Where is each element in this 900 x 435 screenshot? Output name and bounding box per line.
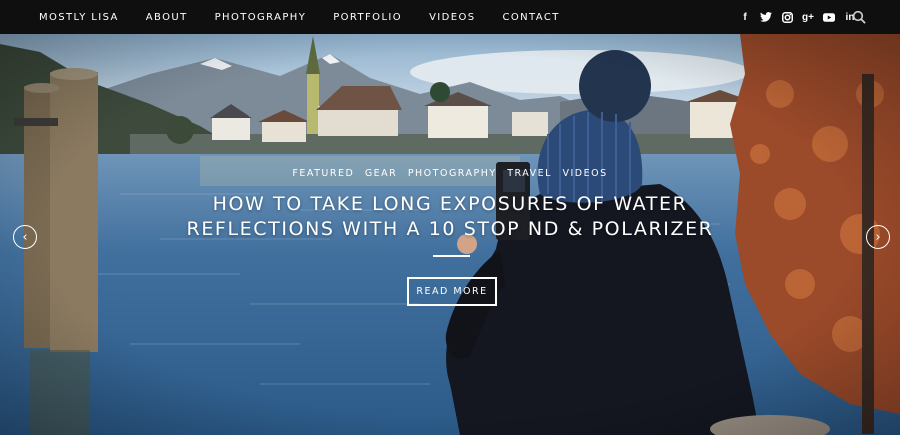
nav-home-link[interactable]: MOSTLY LISA	[39, 12, 119, 23]
category-link[interactable]: FEATURED	[292, 168, 354, 179]
chevron-right-icon: ›	[875, 229, 881, 245]
title-divider	[433, 255, 470, 257]
top-navigation: MOSTLY LISA ABOUT PHOTOGRAPHY PORTFOLIO …	[0, 0, 900, 34]
category-link[interactable]: VIDEOS	[562, 168, 607, 179]
previous-slide-button[interactable]: ‹	[13, 225, 37, 249]
search-icon[interactable]	[852, 10, 866, 24]
nav-photography-link[interactable]: PHOTOGRAPHY	[215, 12, 307, 23]
nav-videos-link[interactable]: VIDEOS	[429, 12, 475, 23]
youtube-icon[interactable]	[823, 11, 835, 23]
post-categories: FEATURED GEAR PHOTOGRAPHY TRAVEL VIDEOS	[0, 168, 900, 179]
hero-slider: FEATURED GEAR PHOTOGRAPHY TRAVEL VIDEOS …	[0, 34, 900, 435]
chevron-left-icon: ‹	[22, 229, 28, 245]
category-link[interactable]: PHOTOGRAPHY	[408, 168, 497, 179]
nav-about-link[interactable]: ABOUT	[146, 12, 188, 23]
category-link[interactable]: TRAVEL	[507, 168, 552, 179]
next-slide-button[interactable]: ›	[866, 225, 890, 249]
main-menu: MOSTLY LISA ABOUT PHOTOGRAPHY PORTFOLIO …	[39, 12, 587, 23]
nav-portfolio-link[interactable]: PORTFOLIO	[333, 12, 402, 23]
post-title-line[interactable]: REFLECTIONS WITH A 10 STOP ND & POLARIZE…	[0, 217, 900, 242]
social-links: f g+ in	[730, 0, 856, 34]
nav-contact-link[interactable]: CONTACT	[503, 12, 560, 23]
post-title-line[interactable]: HOW TO TAKE LONG EXPOSURES OF WATER	[0, 192, 900, 217]
instagram-icon[interactable]	[781, 11, 793, 23]
twitter-icon[interactable]	[760, 11, 772, 23]
category-link[interactable]: GEAR	[365, 168, 397, 179]
google-plus-icon[interactable]: g+	[802, 11, 814, 23]
facebook-icon[interactable]: f	[739, 11, 751, 23]
post-title[interactable]: HOW TO TAKE LONG EXPOSURES OF WATER REFL…	[0, 192, 900, 242]
read-more-button[interactable]: READ MORE	[407, 277, 497, 306]
